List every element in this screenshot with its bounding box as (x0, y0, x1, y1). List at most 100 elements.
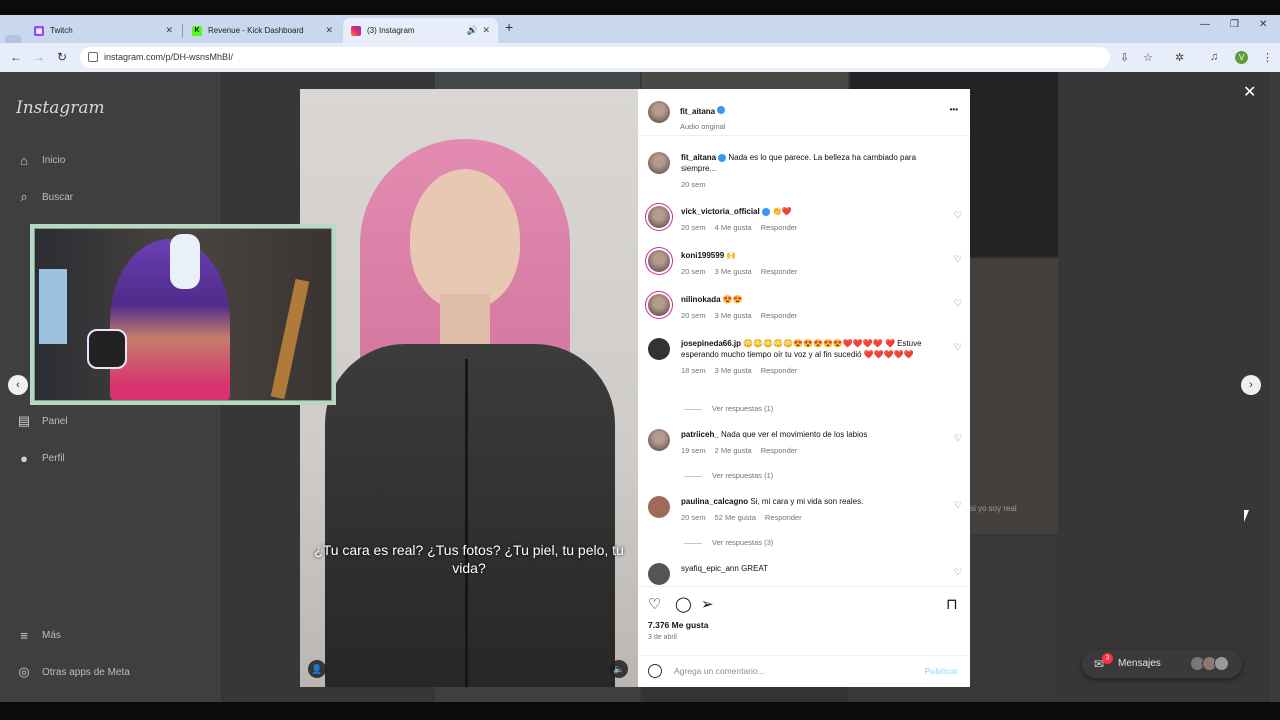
commenter-avatar[interactable] (648, 563, 670, 585)
url-bar[interactable]: instagram.com/p/DH-wsnsMhBI/ (80, 47, 1110, 68)
comment-input[interactable]: Agrega un comentario... (674, 666, 765, 676)
site-info-icon[interactable] (88, 52, 98, 62)
speaker-icon[interactable]: 🔊 (467, 25, 478, 36)
likes-count[interactable]: 7.376 Me gusta (648, 620, 708, 630)
more-options-icon[interactable]: ••• (950, 105, 958, 114)
post-video[interactable]: ¿Tu cara es real? ¿Tus fotos? ¿Tu piel, … (300, 89, 638, 687)
close-tab-icon[interactable]: ✕ (325, 25, 333, 36)
close-tab-icon[interactable]: ✕ (482, 25, 490, 36)
scrollbar[interactable] (1270, 72, 1280, 702)
comment-time[interactable]: 19 sem (681, 446, 706, 455)
comment-username[interactable]: patriiceh_ (681, 430, 719, 439)
commenter-avatar[interactable] (648, 496, 670, 518)
comment-username[interactable]: josepineda66.jp (681, 339, 741, 348)
publish-button[interactable]: Publicar (924, 666, 958, 676)
comment-likes[interactable]: 2 Me gusta (715, 446, 752, 455)
audio-label[interactable]: Audio original (680, 122, 725, 131)
like-comment-icon[interactable]: ♡ (954, 342, 962, 353)
post-date[interactable]: 3 de abril (648, 634, 677, 641)
reply-button[interactable]: Responder (765, 513, 802, 522)
like-icon[interactable]: ♡ (648, 595, 661, 613)
view-replies-button[interactable]: Ver respuestas (1) (684, 404, 773, 413)
browser-menu-icon[interactable]: ⋮ (1262, 51, 1273, 64)
tagged-user-icon[interactable]: 👤 (308, 660, 326, 678)
url-text[interactable]: instagram.com/p/DH-wsnsMhBI/ (104, 52, 233, 62)
reply-button[interactable]: Responder (761, 223, 798, 232)
reply-button[interactable]: Responder (761, 311, 798, 320)
view-replies-button[interactable]: Ver respuestas (3) (684, 538, 773, 547)
install-app-icon[interactable]: ⇩ (1120, 51, 1129, 64)
sidebar-item-label: Inicio (42, 154, 66, 166)
comment-time[interactable]: 20 sem (681, 267, 706, 276)
comment-username[interactable]: vick_victoria_official (681, 207, 760, 216)
comment-likes[interactable]: 52 Me gusta (715, 513, 756, 522)
like-comment-icon[interactable]: ♡ (954, 254, 962, 265)
instagram-logo[interactable]: Instagram (16, 98, 105, 118)
sidebar-item-inicio[interactable]: ⌂ Inicio (16, 152, 65, 168)
author-avatar[interactable] (648, 101, 670, 123)
reload-icon[interactable]: ↻ (57, 50, 67, 64)
bookmark-star-icon[interactable]: ☆ (1143, 51, 1153, 64)
close-window-icon[interactable]: ✕ (1259, 19, 1267, 30)
messages-button[interactable]: ✉ 3 Mensajes (1082, 650, 1242, 678)
comment-time[interactable]: 20 sem (681, 223, 706, 232)
sidebar-item-meta-apps[interactable]: ◎ Otras apps de Meta (16, 664, 130, 680)
emoji-icon[interactable] (648, 664, 662, 678)
close-tab-icon[interactable]: ✕ (165, 25, 173, 36)
comment-likes[interactable]: 3 Me gusta (715, 267, 752, 276)
tab-twitch[interactable]: ▣ Twitch ✕ (26, 18, 181, 43)
tab-instagram[interactable]: (3) Instagram 🔊 ✕ (343, 18, 498, 43)
sidebar-item-perfil[interactable]: ● Perfil (16, 450, 65, 466)
restore-icon[interactable]: ❐ (1230, 19, 1239, 30)
comment-username[interactable]: nilinokada (681, 295, 721, 304)
new-tab-button[interactable]: + (505, 19, 513, 35)
view-replies-button[interactable]: Ver respuestas (1) (684, 471, 773, 480)
close-modal-icon[interactable]: ✕ (1243, 82, 1256, 102)
back-icon[interactable]: ← (10, 50, 22, 64)
comment-time[interactable]: 18 sem (681, 366, 706, 375)
author-avatar[interactable] (648, 152, 670, 174)
like-comment-icon[interactable]: ♡ (954, 433, 962, 444)
save-icon[interactable]: ⊓ (946, 595, 958, 613)
comment-username[interactable]: syafiq_epic_ann (681, 564, 739, 573)
forward-icon[interactable]: → (33, 50, 45, 64)
tab-kick-dashboard[interactable]: K Revenue - Kick Dashboard ✕ (184, 18, 341, 43)
author-username[interactable]: fit_aitana (680, 107, 715, 116)
commenter-avatar[interactable] (648, 250, 670, 272)
comment-time[interactable]: 20 sem (681, 513, 706, 522)
extensions-icon[interactable]: ✲ (1175, 51, 1184, 64)
comment-icon[interactable]: ◯ (675, 595, 692, 613)
comment-text: GREAT (741, 564, 769, 573)
minimize-icon[interactable]: — (1200, 19, 1210, 30)
like-comment-icon[interactable]: ♡ (954, 567, 962, 578)
profile-avatar[interactable]: V (1235, 51, 1248, 64)
reply-button[interactable]: Responder (761, 267, 798, 276)
caption-time[interactable]: 20 sem (681, 180, 706, 189)
comment-likes[interactable]: 3 Me gusta (715, 366, 752, 375)
commenter-avatar[interactable] (648, 429, 670, 451)
comment-username[interactable]: paulina_calcagno (681, 497, 748, 506)
reply-button[interactable]: Responder (761, 366, 798, 375)
comment-time[interactable]: 20 sem (681, 311, 706, 320)
reply-button[interactable]: Responder (761, 446, 798, 455)
comment-username[interactable]: fit_aitana (681, 153, 716, 162)
volume-icon[interactable]: 🔈 (610, 660, 628, 678)
commenter-avatar[interactable] (648, 294, 670, 316)
sidebar-item-buscar[interactable]: ⌕ Buscar (16, 189, 73, 205)
share-icon[interactable]: ➢ (701, 595, 714, 613)
commenter-avatar[interactable] (648, 338, 670, 360)
comment-username[interactable]: koni199599 (681, 251, 724, 260)
os-bottom-bar (0, 702, 1280, 720)
commenter-avatar[interactable] (648, 206, 670, 228)
sidebar-item-panel[interactable]: ▤ Panel (16, 413, 68, 429)
post-actions: ♡ ◯ ➢ ⊓ 7.376 Me gusta 3 de abril (638, 586, 970, 656)
media-control-icon[interactable]: ♫ (1210, 51, 1218, 63)
comment-likes[interactable]: 3 Me gusta (715, 311, 752, 320)
sidebar-item-mas[interactable]: ≡ Más (16, 627, 61, 643)
like-comment-icon[interactable]: ♡ (954, 298, 962, 309)
next-post-arrow-icon[interactable]: › (1241, 375, 1261, 395)
comment-likes[interactable]: 4 Me gusta (715, 223, 752, 232)
like-comment-icon[interactable]: ♡ (954, 500, 962, 511)
prev-post-arrow-icon[interactable]: ‹ (8, 375, 28, 395)
like-comment-icon[interactable]: ♡ (954, 210, 962, 221)
